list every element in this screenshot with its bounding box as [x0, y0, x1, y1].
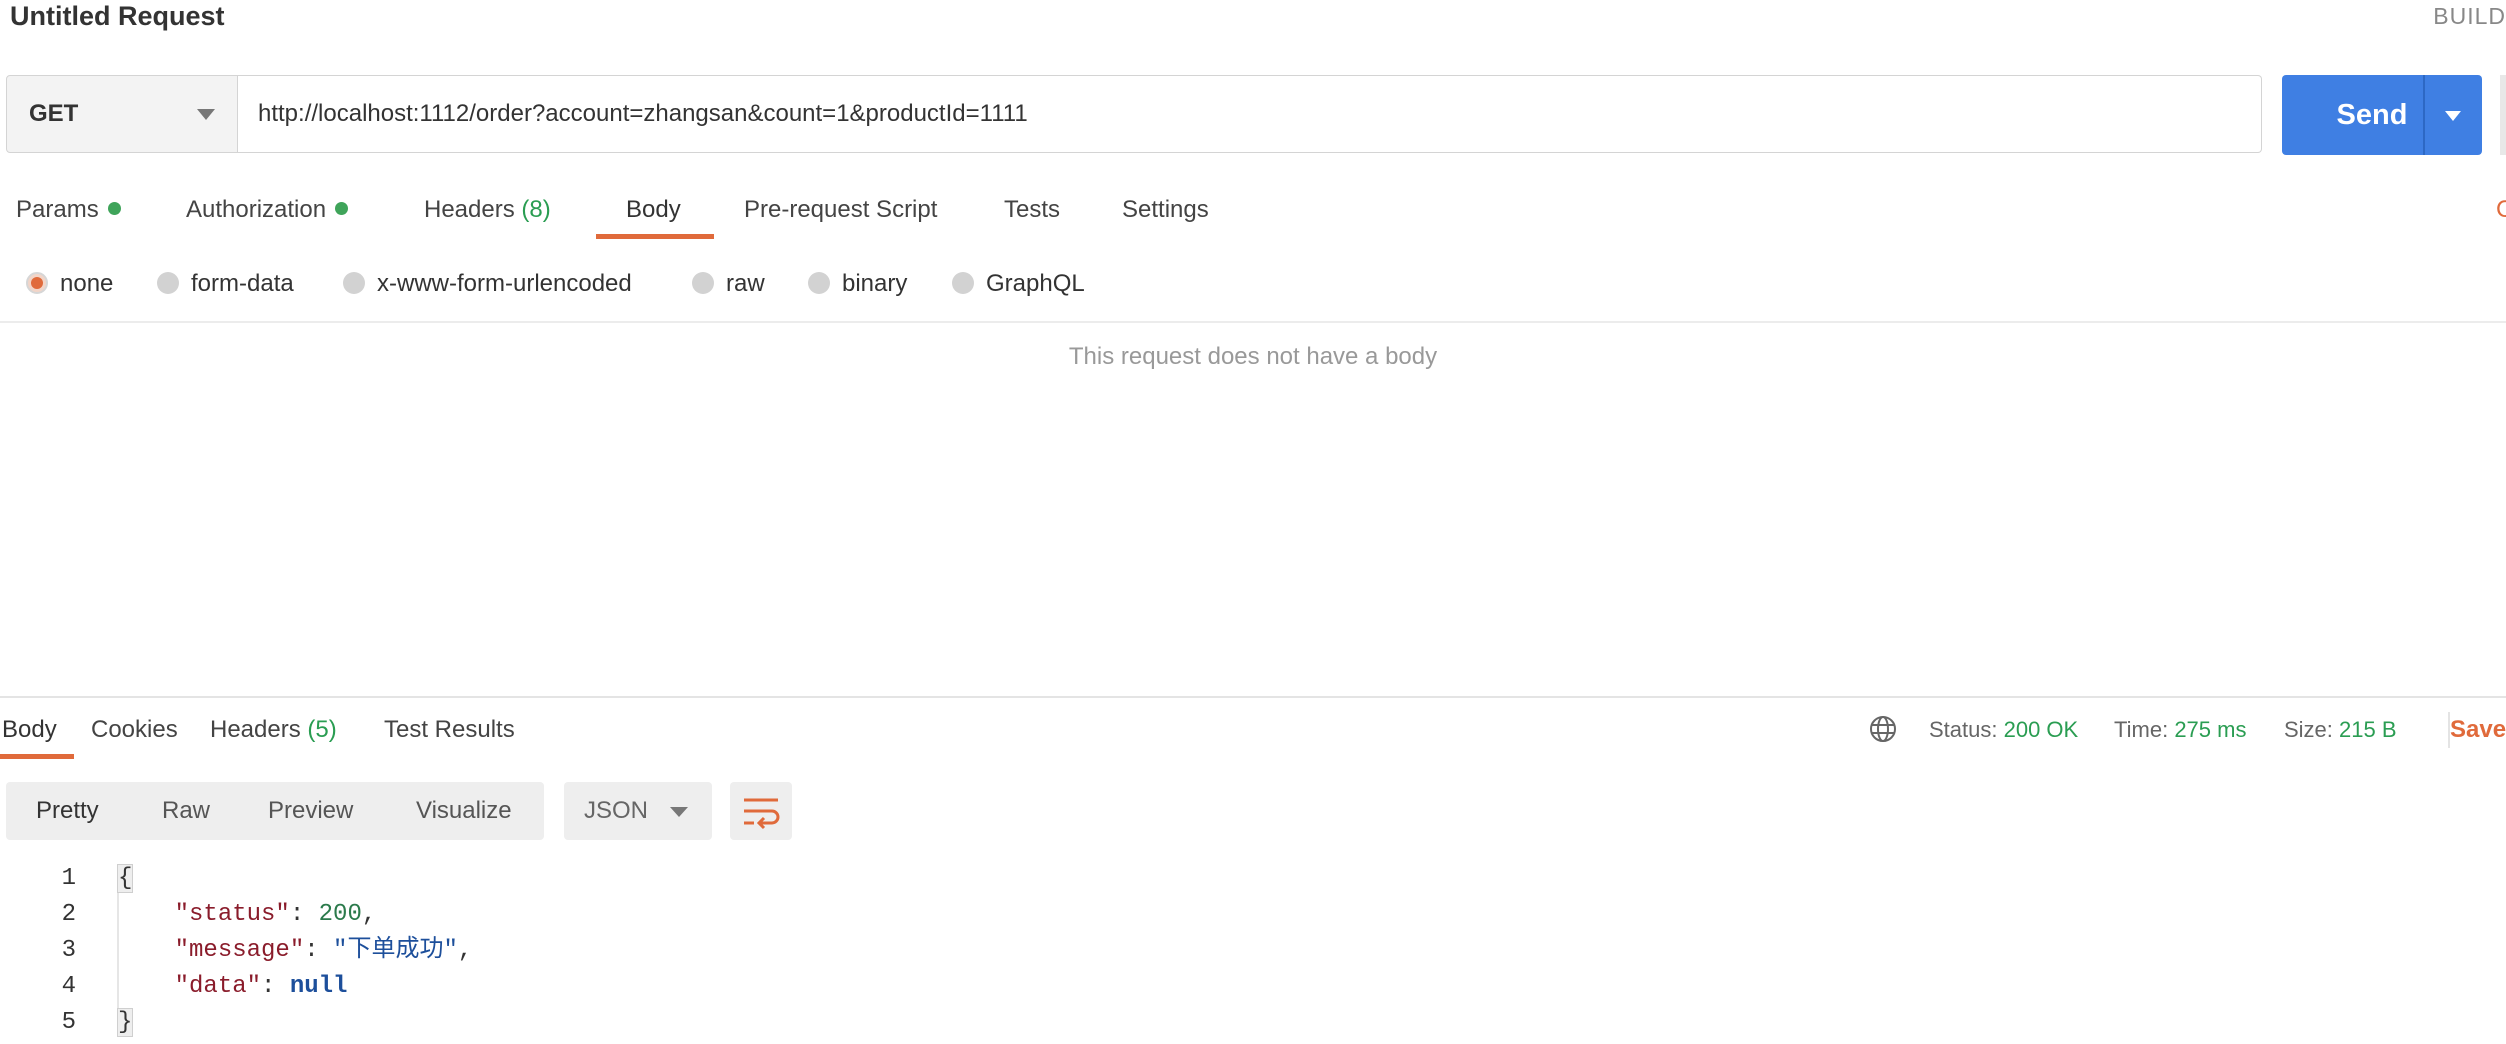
json-number: 200 — [318, 901, 362, 928]
status-label: Status: — [1929, 717, 1998, 742]
code-line: { — [117, 861, 134, 897]
params-indicator-dot — [107, 202, 121, 216]
radio-raw[interactable]: raw — [692, 266, 765, 302]
view-raw-button[interactable]: Raw — [162, 782, 210, 840]
size-value: 215 B — [2339, 717, 2397, 742]
response-pane-resizer[interactable] — [0, 696, 2506, 698]
chevron-down-icon[interactable] — [2445, 111, 2461, 121]
response-time: Time: 275 ms — [2114, 712, 2246, 748]
tab-body[interactable]: Body — [626, 192, 681, 228]
tab-tests-label: Tests — [1004, 196, 1061, 223]
send-button-label: Send — [2336, 99, 2408, 131]
radio-graphql-label: GraphQL — [986, 270, 1085, 297]
line-number: 2 — [61, 901, 76, 928]
body-divider — [0, 321, 2506, 323]
radio-form-data[interactable]: form-data — [157, 266, 294, 302]
response-tab-body[interactable]: Body — [2, 712, 57, 748]
line-number: 3 — [61, 937, 76, 964]
response-tab-headers-count: (5) — [307, 716, 337, 743]
tab-authorization-label: Authorization — [186, 196, 327, 223]
active-tab-underline — [596, 234, 714, 239]
json-string: "下单成功" — [333, 937, 458, 964]
tab-headers-count: (8) — [521, 196, 551, 223]
view-preview-button[interactable]: Preview — [268, 782, 353, 840]
line-number: 5 — [61, 1009, 76, 1036]
tab-params[interactable]: Params — [16, 192, 121, 228]
code-line: "data": null — [174, 973, 348, 1000]
tab-headers[interactable]: Headers (8) — [424, 192, 551, 228]
url-input[interactable]: http://localhost:1112/order?account=zhan… — [238, 75, 2262, 153]
request-title[interactable]: Untitled Request — [10, 0, 225, 32]
format-value: JSON — [584, 797, 649, 824]
chevron-down-icon — [670, 807, 688, 817]
no-body-message: This request does not have a body — [1068, 343, 1438, 370]
radio-binary-label: binary — [842, 270, 908, 297]
format-select[interactable]: JSON — [564, 782, 712, 840]
view-visualize-button[interactable]: Visualize — [416, 782, 512, 840]
response-tab-body-label: Body — [2, 716, 57, 743]
json-null: null — [289, 973, 348, 1000]
code-line: "message": "下单成功", — [174, 937, 473, 964]
response-status: Status: 200 OK — [1929, 712, 2078, 748]
radio-none[interactable]: none — [26, 266, 113, 302]
code-line: } — [117, 1005, 134, 1041]
response-tab-headers[interactable]: Headers (5) — [210, 712, 337, 748]
radio-selected-indicator — [26, 271, 48, 294]
tab-tests[interactable]: Tests — [1004, 192, 1060, 228]
radio-form-data-label: form-data — [191, 270, 294, 297]
tab-params-label: Params — [16, 196, 99, 223]
view-pretty-button[interactable]: Pretty — [36, 782, 99, 840]
radio-binary[interactable]: binary — [808, 266, 907, 302]
radio-raw-label: raw — [726, 270, 765, 297]
response-tab-cookies[interactable]: Cookies — [91, 712, 178, 748]
radio-indicator — [952, 271, 974, 294]
response-tab-cookies-label: Cookies — [91, 716, 178, 743]
response-tab-test-results-label: Test Results — [384, 716, 515, 743]
time-label: Time: — [2114, 717, 2169, 742]
save-response-button[interactable]: Save — [2450, 712, 2506, 748]
response-tab-headers-label: Headers — [210, 716, 301, 743]
tab-pre-request-script[interactable]: Pre-request Script — [744, 192, 937, 228]
radio-graphql[interactable]: GraphQL — [952, 266, 1085, 302]
code-line: "status": 200, — [174, 901, 377, 928]
radio-indicator — [692, 271, 714, 294]
radio-urlencoded-label: x-www-form-urlencoded — [377, 270, 632, 297]
json-key: "data" — [174, 973, 262, 1000]
line-number: 1 — [61, 865, 76, 892]
radio-indicator — [343, 271, 365, 294]
tab-settings-label: Settings — [1122, 196, 1209, 223]
time-value: 275 ms — [2174, 717, 2247, 742]
radio-indicator — [157, 271, 179, 294]
status-value: 200 OK — [2003, 717, 2079, 742]
radio-x-www-form-urlencoded[interactable]: x-www-form-urlencoded — [343, 266, 632, 302]
send-divider — [2423, 75, 2425, 155]
radio-indicator — [808, 271, 830, 294]
method-value: GET — [29, 100, 79, 127]
side-panel-edge — [2500, 75, 2506, 155]
globe-icon[interactable] — [1868, 714, 1898, 744]
tab-settings[interactable]: Settings — [1122, 192, 1209, 228]
wrap-lines-icon — [744, 798, 780, 830]
response-tab-test-results[interactable]: Test Results — [384, 712, 515, 748]
cookies-link-edge[interactable]: C — [2496, 192, 2506, 228]
open-brace: { — [117, 864, 134, 893]
size-label: Size: — [2284, 717, 2333, 742]
chevron-down-icon — [197, 109, 215, 120]
authorization-indicator-dot — [335, 202, 349, 216]
tab-body-label: Body — [626, 196, 681, 223]
tab-pre-request-label: Pre-request Script — [744, 196, 938, 223]
method-select[interactable]: GET — [6, 75, 238, 153]
close-brace: } — [117, 1008, 134, 1037]
build-mode-label[interactable]: BUILD — [2433, 0, 2506, 32]
wrap-lines-button[interactable] — [730, 782, 792, 840]
tab-authorization[interactable]: Authorization — [186, 192, 349, 228]
json-key: "message" — [174, 937, 305, 964]
line-number: 4 — [61, 973, 76, 1000]
json-key: "status" — [174, 901, 290, 928]
response-active-tab-underline — [0, 754, 74, 759]
radio-none-label: none — [60, 270, 114, 297]
tab-headers-label: Headers — [424, 196, 515, 223]
send-button[interactable]: Send — [2282, 75, 2482, 155]
response-size: Size: 215 B — [2284, 712, 2397, 748]
